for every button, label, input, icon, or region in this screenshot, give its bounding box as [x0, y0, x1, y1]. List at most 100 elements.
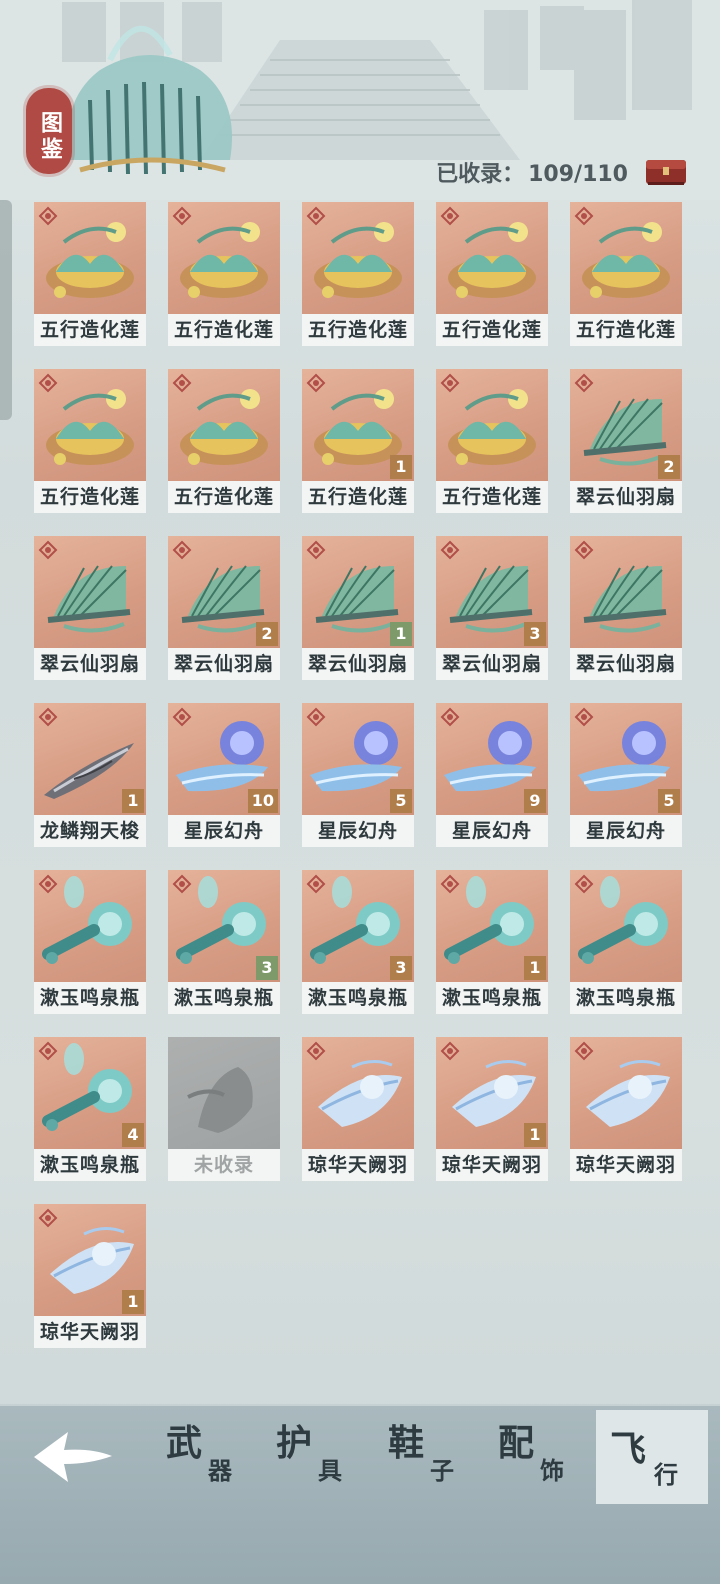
count-badge: 3 — [390, 956, 412, 980]
collection-card[interactable]: 1 五行造化莲 — [302, 369, 414, 513]
rank-emblem-icon — [440, 373, 460, 393]
collection-card[interactable]: 1 漱玉鸣泉瓶 — [436, 870, 548, 1014]
tab-flight[interactable]: 飞 行 — [596, 1410, 708, 1504]
card-artwork: 2 — [168, 536, 280, 648]
count-badge: 9 — [524, 789, 546, 813]
card-name: 龙鳞翔天梭 — [39, 820, 140, 842]
collection-card[interactable]: 五行造化莲 — [168, 202, 280, 346]
collection-card[interactable]: 未收录 — [168, 1037, 280, 1181]
rank-emblem-icon — [38, 206, 58, 226]
rank-emblem-icon — [306, 874, 326, 894]
count-badge: 10 — [247, 789, 278, 813]
card-artwork — [436, 202, 548, 314]
rank-emblem-icon — [306, 373, 326, 393]
collection-card[interactable]: 2 翠云仙羽扇 — [570, 369, 682, 513]
collection-card[interactable]: 翠云仙羽扇 — [34, 536, 146, 680]
collection-card[interactable]: 10 星辰幻舟 — [168, 703, 280, 847]
collection-card[interactable]: 漱玉鸣泉瓶 — [34, 870, 146, 1014]
collection-card[interactable]: 五行造化莲 — [168, 369, 280, 513]
collection-card[interactable]: 1 翠云仙羽扇 — [302, 536, 414, 680]
card-artwork — [570, 202, 682, 314]
count-badge: 1 — [122, 1290, 144, 1314]
collection-card[interactable]: 1 琼华天阙羽 — [436, 1037, 548, 1181]
collection-card[interactable]: 五行造化莲 — [570, 202, 682, 346]
collection-card[interactable]: 5 星辰幻舟 — [302, 703, 414, 847]
collection-card[interactable]: 翠云仙羽扇 — [570, 536, 682, 680]
card-artwork — [302, 1037, 414, 1149]
collection-card[interactable]: 3 翠云仙羽扇 — [436, 536, 548, 680]
collection-card[interactable]: 漱玉鸣泉瓶 — [570, 870, 682, 1014]
rank-emblem-icon — [574, 874, 594, 894]
card-artwork — [168, 369, 280, 481]
rank-emblem-icon — [38, 540, 58, 560]
collection-card[interactable]: 五行造化莲 — [302, 202, 414, 346]
collection-label: 已收录： — [436, 162, 525, 187]
card-artwork — [436, 369, 548, 481]
card-artwork: 10 — [168, 703, 280, 815]
collection-card[interactable]: 4 漱玉鸣泉瓶 — [34, 1037, 146, 1181]
collection-card[interactable]: 2 翠云仙羽扇 — [168, 536, 280, 680]
rank-emblem-icon — [38, 874, 58, 894]
collection-card[interactable]: 1 琼华天阙羽 — [34, 1204, 146, 1348]
rank-emblem-icon — [172, 874, 192, 894]
card-name: 琼华天阙羽 — [307, 1154, 408, 1176]
chest-icon[interactable] — [644, 154, 688, 186]
tab-armor[interactable]: 护 具 — [276, 1422, 356, 1492]
card-artwork: 1 — [436, 1037, 548, 1149]
scrollbar[interactable] — [0, 200, 12, 420]
tab-flight-char: 飞 — [610, 1429, 647, 1470]
tab-weapons[interactable]: 武 器 — [166, 1422, 246, 1492]
card-name: 漱玉鸣泉瓶 — [173, 987, 274, 1009]
back-arrow-icon[interactable] — [30, 1426, 116, 1488]
rank-emblem-icon — [172, 707, 192, 727]
rank-emblem-icon — [38, 373, 58, 393]
card-artwork: 3 — [436, 536, 548, 648]
card-name: 五行造化莲 — [39, 319, 140, 341]
card-artwork — [168, 1037, 280, 1149]
count-badge: 3 — [256, 956, 278, 980]
collection-card[interactable]: 3 漱玉鸣泉瓶 — [168, 870, 280, 1014]
count-badge: 5 — [658, 789, 680, 813]
header: 图鉴 已收录： 109/110 — [0, 0, 720, 200]
rank-emblem-icon — [574, 540, 594, 560]
card-artwork — [34, 369, 146, 481]
card-name: 星辰幻舟 — [317, 820, 398, 842]
card-name: 五行造化莲 — [307, 319, 408, 341]
rank-emblem-icon — [306, 540, 326, 560]
card-name: 星辰幻舟 — [183, 820, 264, 842]
collection-card[interactable]: 五行造化莲 — [34, 202, 146, 346]
rank-emblem-icon — [38, 707, 58, 727]
count-badge: 5 — [390, 789, 412, 813]
count-badge: 2 — [256, 622, 278, 646]
collection-card[interactable]: 五行造化莲 — [34, 369, 146, 513]
count-badge: 1 — [390, 622, 412, 646]
locked-artifact-icon — [187, 1067, 253, 1133]
card-name: 翠云仙羽扇 — [307, 653, 408, 675]
rank-emblem-icon — [574, 206, 594, 226]
card-name: 星辰幻舟 — [585, 820, 666, 842]
card-name: 漱玉鸣泉瓶 — [39, 987, 140, 1009]
collection-card[interactable]: 9 星辰幻舟 — [436, 703, 548, 847]
collection-card[interactable]: 五行造化莲 — [436, 202, 548, 346]
collection-card[interactable]: 1 龙鳞翔天梭 — [34, 703, 146, 847]
card-name: 翠云仙羽扇 — [173, 653, 274, 675]
card-artwork — [34, 202, 146, 314]
collection-card[interactable]: 琼华天阙羽 — [302, 1037, 414, 1181]
collection-count: 109/110 — [528, 162, 628, 187]
count-badge: 1 — [122, 789, 144, 813]
card-artwork — [570, 1037, 682, 1149]
rank-emblem-icon — [574, 1041, 594, 1061]
card-name: 五行造化莲 — [441, 486, 542, 508]
count-badge: 2 — [658, 455, 680, 479]
tab-accessories[interactable]: 配 饰 — [498, 1422, 578, 1492]
collection-card[interactable]: 五行造化莲 — [436, 369, 548, 513]
tab-shoes-char: 鞋 — [388, 1423, 425, 1464]
card-artwork: 1 — [302, 369, 414, 481]
tab-shoes[interactable]: 鞋 子 — [388, 1422, 468, 1492]
collection-card[interactable]: 3 漱玉鸣泉瓶 — [302, 870, 414, 1014]
collection-card[interactable]: 5 星辰幻舟 — [570, 703, 682, 847]
collection-card[interactable]: 琼华天阙羽 — [570, 1037, 682, 1181]
tab-armor-subchar: 具 — [318, 1457, 342, 1485]
card-artwork — [34, 870, 146, 982]
card-name: 琼华天阙羽 — [39, 1321, 140, 1343]
